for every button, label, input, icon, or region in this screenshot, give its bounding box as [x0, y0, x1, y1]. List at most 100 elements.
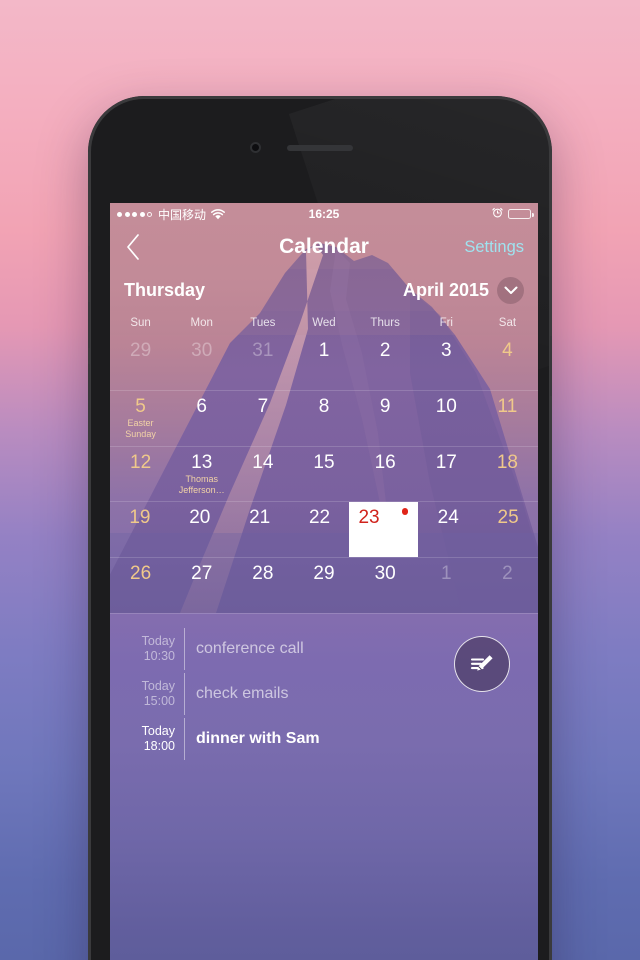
calendar-day-cell[interactable]: 2 [355, 335, 416, 390]
calendar-day-cell[interactable]: 5 Easter Sunday [110, 391, 171, 446]
calendar-week-row: 19 20 21 22 23 24 25 [110, 501, 538, 558]
calendar-day-cell[interactable]: 23 [349, 502, 419, 558]
calendar-day-number: 29 [313, 563, 335, 585]
calendar-day-cell[interactable]: 25 [478, 502, 538, 557]
calendar-day-number: 5 [135, 395, 146, 417]
calendar-day-cell[interactable]: 24 [418, 502, 478, 557]
calendar-day-number: 27 [191, 563, 213, 585]
calendar-day-cell[interactable]: 9 [355, 391, 416, 446]
calendar-day-cell[interactable]: 21 [230, 502, 290, 557]
volume-down-button[interactable] [88, 364, 90, 410]
status-bar-right-group [492, 207, 534, 221]
event-day-label: Today [141, 633, 175, 648]
event-time-block: Today 18:00 [128, 724, 184, 754]
battery-icon [508, 208, 534, 220]
calendar-day-cell[interactable]: 1 [293, 335, 354, 390]
alarm-clock-icon [492, 207, 503, 221]
calendar-day-cell[interactable]: 30 [171, 335, 232, 390]
calendar-day-cell[interactable]: 18 [477, 447, 538, 502]
calendar-day-cell[interactable]: 13 Thomas Jefferson… [171, 447, 232, 502]
calendar-day-number: 11 [497, 395, 518, 417]
calendar-day-cell[interactable]: 30 [355, 558, 416, 613]
event-hour-label: 10:30 [143, 648, 175, 663]
calendar-month-grid: 29 30 31 1 2 3 4 5 Easter Sunday 6 7 8 9 10 11 12 13 Thom… [110, 335, 538, 613]
calendar-week-row: 26 27 28 29 30 1 2 [110, 557, 538, 613]
chevron-down-icon[interactable] [497, 276, 524, 304]
event-list-item[interactable]: Today 10:30 conference call [128, 626, 428, 671]
calendar-day-cell[interactable]: 4 [477, 335, 538, 390]
calendar-day-cell[interactable]: 2 [477, 558, 538, 613]
month-year-label: April 2015 [402, 279, 489, 300]
calendar-day-cell[interactable]: 1 [416, 558, 477, 613]
calendar-day-cell[interactable]: 19 [110, 502, 170, 557]
calendar-day-number: 10 [435, 395, 457, 417]
weekday-header-fri: Fri [439, 317, 453, 329]
calendar-day-cell[interactable]: 31 [232, 335, 293, 390]
calendar-day-cell[interactable]: 15 [293, 447, 354, 502]
calendar-day-cell[interactable]: 10 [416, 391, 477, 446]
calendar-day-number: 26 [130, 563, 152, 585]
calendar-day-cell[interactable]: 29 [293, 558, 354, 613]
calendar-day-cell[interactable]: 26 [110, 558, 171, 613]
event-list-item[interactable]: Today 18:00 dinner with Sam [128, 716, 428, 761]
phone-device: 中国移动 16:25 Calendar Settings Thursday Ap… [88, 96, 552, 960]
calendar-day-cell[interactable]: 12 [110, 447, 171, 502]
calendar-day-number: 28 [252, 563, 274, 585]
calendar-week-row: 29 30 31 1 2 3 4 [110, 335, 538, 390]
calendar-day-cell[interactable]: 11 [477, 391, 538, 446]
calendar-day-number: 1 [318, 340, 330, 361]
calendar-day-number: 4 [502, 340, 513, 361]
calendar-day-number: 15 [313, 451, 335, 473]
calendar-day-number: 7 [257, 395, 269, 417]
calendar-day-number: 8 [318, 395, 330, 417]
calendar-day-number: 13 [191, 451, 213, 473]
calendar-day-number: 16 [374, 451, 396, 473]
calendar-day-number: 31 [252, 340, 274, 361]
calendar-day-cell[interactable]: 6 [171, 391, 232, 446]
calendar-day-number: 29 [130, 340, 152, 361]
calendar-day-event-label: Easter Sunday [125, 417, 156, 439]
event-time-block: Today 15:00 [128, 679, 184, 709]
calendar-day-number: 17 [435, 451, 457, 473]
back-button[interactable] [124, 230, 158, 264]
calendar-day-number: 30 [374, 563, 396, 585]
weekday-header-thurs: Thurs [370, 317, 400, 329]
event-time-block: Today 10:30 [128, 634, 184, 664]
calendar-day-cell[interactable]: 29 [110, 335, 171, 390]
weekday-header-mon: Mon [190, 317, 213, 329]
front-camera-icon [250, 142, 261, 153]
calendar-day-cell[interactable]: 20 [170, 502, 230, 557]
calendar-day-number: 6 [196, 395, 207, 417]
calendar-day-number: 2 [502, 563, 513, 585]
calendar-day-cell[interactable]: 14 [232, 447, 293, 502]
compose-event-button[interactable] [454, 636, 510, 692]
calendar-day-cell[interactable]: 16 [355, 447, 416, 502]
calendar-day-cell[interactable]: 8 [293, 391, 354, 446]
volume-up-button[interactable] [88, 302, 90, 348]
weekday-header-row: Sun Mon Tues Wed Thurs Fri Sat [110, 311, 538, 335]
navigation-bar: Calendar Settings [110, 225, 538, 269]
wifi-icon [211, 208, 225, 220]
calendar-day-cell[interactable]: 7 [232, 391, 293, 446]
calendar-day-cell[interactable]: 27 [171, 558, 232, 613]
calendar-day-cell[interactable]: 22 [290, 502, 350, 557]
calendar-day-number: 22 [308, 507, 331, 529]
silent-switch-button[interactable] [88, 246, 90, 272]
calendar-day-cell[interactable]: 28 [232, 558, 293, 613]
calendar-day-cell[interactable]: 3 [416, 335, 477, 390]
event-title: dinner with Sam [184, 717, 320, 760]
calendar-week-row: 5 Easter Sunday 6 7 8 9 10 11 [110, 389, 538, 446]
calendar-day-number: 9 [379, 395, 391, 417]
event-title: check emails [184, 672, 288, 715]
phone-screen: 中国移动 16:25 Calendar Settings Thursday Ap… [110, 203, 538, 960]
month-selector-group[interactable]: April 2015 [402, 276, 524, 304]
weekday-header-wed: Wed [312, 317, 336, 329]
power-button[interactable] [550, 336, 552, 396]
settings-button[interactable]: Settings [464, 238, 524, 257]
calendar-day-cell[interactable]: 17 [416, 447, 477, 502]
event-list-item[interactable]: Today 15:00 check emails [128, 671, 428, 716]
calendar-day-number: 30 [191, 340, 213, 361]
events-list: Today 10:30 conference call Today 15:00 check… [128, 626, 428, 761]
month-header-bar: Thursday April 2015 [110, 269, 538, 311]
calendar-day-number: 3 [440, 340, 452, 361]
